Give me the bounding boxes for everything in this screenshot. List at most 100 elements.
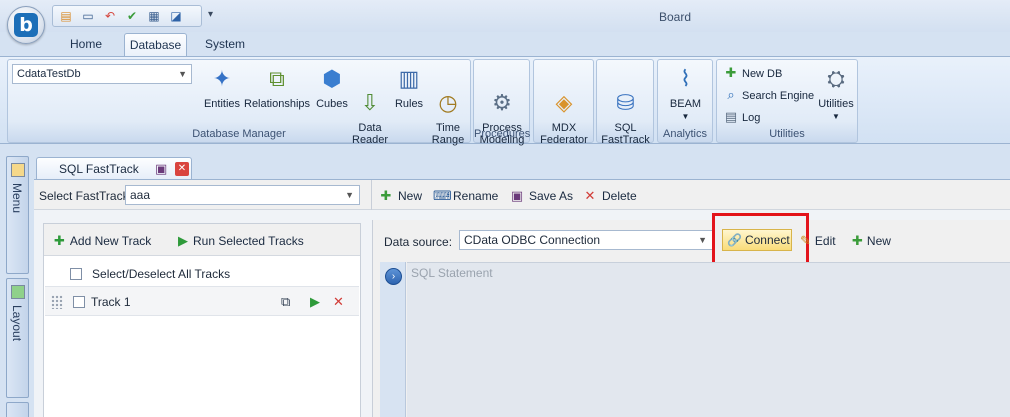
- delete-track-icon[interactable]: ✕: [333, 294, 344, 310]
- side-panel: Menu Layout: [4, 156, 31, 417]
- new-db-button[interactable]: ✚ New DB: [723, 64, 783, 82]
- ribbon: CdataTestDb ▼ ✦ Entities ⧉ Relationships ⬢ C…: [0, 56, 1010, 146]
- layout-icon: [11, 285, 25, 299]
- sql-fasttrack-button[interactable]: ⛁ SQL FastTrack: [599, 63, 652, 158]
- divider: [371, 180, 372, 210]
- connect-button[interactable]: 🔗 Connect: [722, 229, 792, 251]
- relationships-button[interactable]: ⧉ Relationships: [244, 63, 310, 110]
- edit-datasource-button[interactable]: ✎ Edit: [800, 233, 836, 249]
- tab-home[interactable]: Home: [58, 33, 114, 56]
- group-label: Procedures: [474, 128, 531, 140]
- track-checkbox[interactable]: [73, 296, 85, 308]
- group-mdx: ◈ MDX Federator: [533, 59, 594, 146]
- search-engine-button[interactable]: ⌕ Search Engine: [723, 86, 814, 104]
- tab-database[interactable]: Database: [124, 33, 187, 56]
- tracks-panel: ✚ Add New Track ▶ Run Selected Tracks Sele…: [43, 223, 361, 417]
- save-icon[interactable]: ▣: [155, 161, 167, 177]
- duplicate-icon[interactable]: ⧉: [281, 294, 290, 310]
- chevron-down-icon: ▼: [345, 190, 354, 200]
- app-menu-button[interactable]: b: [7, 6, 45, 44]
- data-source-label: Data source:: [384, 235, 453, 249]
- run-track-icon[interactable]: ▶: [310, 294, 320, 310]
- rules-button[interactable]: ▥ Rules: [391, 63, 427, 110]
- rules-icon: ▥: [398, 66, 420, 91]
- group-label: Analytics: [662, 128, 708, 140]
- data-reader-icon: ⇩: [360, 90, 380, 115]
- relationships-icon: ⧉: [269, 66, 285, 91]
- sql-statement-editor[interactable]: SQL Statement: [407, 262, 1010, 417]
- drag-handle-icon[interactable]: [51, 295, 63, 309]
- new-icon: ✚: [852, 233, 863, 248]
- select-fasttrack-label: Select FastTrack: [39, 189, 129, 203]
- sidebar-menu-tab[interactable]: Menu: [6, 156, 29, 274]
- data-source-select[interactable]: CData ODBC Connection ▼: [459, 230, 713, 250]
- utilities-icon: ⛭: [827, 66, 845, 91]
- chevron-down-icon: ▼: [698, 235, 707, 245]
- track-name: Track 1: [91, 295, 131, 309]
- title-bar: b ▤ ▭ ↶ ✔ ▦ ◪ ▾ Board: [0, 0, 1010, 44]
- delete-icon: ✕: [584, 188, 596, 203]
- edit-icon: ✎: [800, 233, 811, 248]
- entities-icon: ✦: [212, 66, 232, 91]
- beam-icon: ⌇: [680, 66, 691, 91]
- database-selector[interactable]: CdataTestDb ▼: [12, 64, 192, 84]
- plus-icon: ✚: [54, 233, 65, 248]
- chevron-down-icon: ▼: [832, 112, 840, 121]
- select-all-label: Select/Deselect All Tracks: [92, 267, 231, 281]
- group-analytics: ⌇ BEAM ▼ Analytics: [657, 59, 713, 143]
- mdx-federator-icon: ◈: [555, 90, 573, 115]
- utilities-button[interactable]: ⛭ Utilities ▼: [815, 63, 857, 123]
- sidebar-layout-tab[interactable]: Layout: [6, 278, 29, 398]
- mdx-federator-button[interactable]: ◈ MDX Federator: [536, 63, 592, 158]
- sql-side-strip: ›: [380, 262, 406, 417]
- close-icon[interactable]: ✕: [175, 162, 189, 176]
- sql-fasttrack-content: Select FastTrack aaa ▼ ✚ New ⌨Rename ▣ Save…: [34, 179, 1010, 417]
- cubes-button[interactable]: ⬢ Cubes: [314, 63, 350, 110]
- query-panel: Data source: CData ODBC Connection ▼ 🔗 Con…: [372, 213, 1010, 417]
- rename-button[interactable]: ⌨Rename: [433, 188, 498, 204]
- entities-button[interactable]: ✦ Entities: [202, 63, 242, 110]
- time-range-icon: ◷: [438, 90, 458, 115]
- link-icon: 🔗: [727, 233, 742, 247]
- add-new-track-button[interactable]: ✚ Add New Track: [54, 233, 151, 249]
- rename-icon: ⌨: [433, 188, 452, 203]
- group-database-manager: CdataTestDb ▼ ✦ Entities ⧉ Relationships ⬢ C…: [7, 59, 471, 146]
- time-range-button[interactable]: ◷ Time Range: [429, 63, 467, 158]
- sidebar-extra-tab[interactable]: [6, 402, 29, 417]
- ribbon-tabs: Home Database System: [0, 32, 1010, 56]
- select-all-tracks[interactable]: Select/Deselect All Tracks: [70, 267, 230, 281]
- fasttrack-select[interactable]: aaa ▼: [125, 185, 360, 205]
- new-datasource-button[interactable]: ✚ New: [852, 233, 891, 249]
- play-icon: ▶: [178, 233, 188, 248]
- group-utilities: ✚ New DB ⌕ Search Engine ▤ Log ⛭ Utilities ▼ …: [716, 59, 858, 143]
- new-db-icon: ✚: [725, 65, 737, 80]
- process-modeling-button[interactable]: ⚙ Process Modeling: [476, 63, 528, 158]
- sidebar-layout-label: Layout: [10, 305, 24, 342]
- tab-system[interactable]: System: [196, 33, 254, 56]
- search-icon: ⌕: [727, 87, 735, 102]
- log-button[interactable]: ▤ Log: [723, 108, 761, 126]
- new-fasttrack-button[interactable]: ✚ New: [378, 188, 422, 204]
- save-as-button[interactable]: ▣ Save As: [509, 188, 573, 204]
- group-label: Database Manager: [192, 128, 286, 140]
- track-row[interactable]: Track 1 ⧉ ▶ ✕: [45, 286, 359, 316]
- delete-button[interactable]: ✕ Delete: [582, 188, 637, 204]
- database-icon: ⛁: [616, 90, 635, 115]
- save-as-icon: ▣: [510, 188, 524, 203]
- document-tab[interactable]: SQL FastTrack ▣ ✕: [36, 157, 192, 179]
- new-icon: ✚: [380, 188, 392, 203]
- board-logo-icon: b: [14, 13, 38, 37]
- select-all-checkbox[interactable]: [70, 268, 82, 280]
- document-tab-label: SQL FastTrack: [59, 162, 139, 176]
- run-selected-tracks-button[interactable]: ▶ Run Selected Tracks: [178, 233, 304, 249]
- data-reader-button[interactable]: ⇩ Data Reader: [352, 63, 388, 158]
- sql-placeholder: SQL Statement: [411, 266, 493, 280]
- group-procedures: ⚙ Process Modeling Procedures: [473, 59, 531, 146]
- beam-button[interactable]: ⌇ BEAM ▼: [660, 63, 711, 123]
- gear-icon: ⚙: [492, 90, 512, 115]
- log-icon: ▤: [724, 109, 738, 124]
- tracks-toolbar: ✚ Add New Track ▶ Run Selected Tracks: [44, 224, 360, 256]
- window-title: Board: [658, 10, 692, 24]
- sidebar-menu-label: Menu: [10, 183, 24, 214]
- expand-icon[interactable]: ›: [385, 268, 402, 285]
